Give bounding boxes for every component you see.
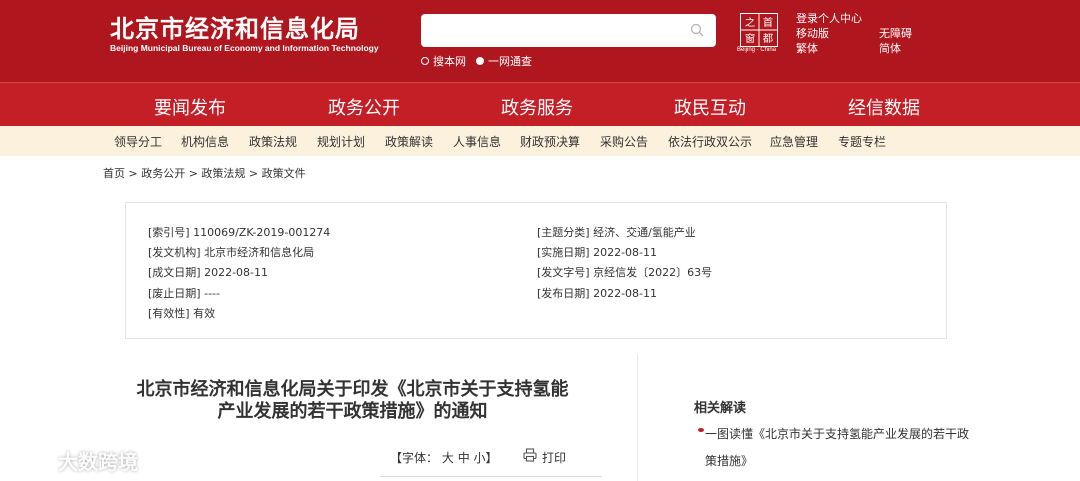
seal-caption: Beijing · China: [737, 47, 777, 53]
main-nav: 要闻发布 政务公开 政务服务 政民互动 经信数据: [0, 82, 1080, 126]
meta-index-number: [索引号] 110069/ZK-2019-001274: [148, 226, 331, 239]
radio-icon: [421, 57, 429, 65]
subnav-item[interactable]: 采购公告: [600, 133, 648, 150]
meta-repeal-date: [废止日期] ----: [148, 287, 220, 300]
nav-gov-services[interactable]: 政务服务: [501, 94, 573, 120]
header-links-left: 登录个人中心 移动版 繁体: [796, 11, 862, 56]
meta-draft-date: [成文日期] 2022-08-11: [148, 266, 269, 279]
subnav-item[interactable]: 专题专栏: [838, 133, 886, 150]
nav-news[interactable]: 要闻发布: [154, 94, 226, 120]
radio-selected-icon: [476, 57, 484, 65]
subnav-item[interactable]: 应急管理: [770, 133, 818, 150]
article-title: 北京市经济和信息化局关于印发《北京市关于支持氢能 产业发展的若干政策措施》的通知: [136, 379, 569, 422]
sub-nav: 领导分工 机构信息 政策法规 规划计划 政策解读 人事信息 财政预决算 采购公告…: [0, 126, 1080, 156]
subnav-item[interactable]: 政策法规: [249, 133, 297, 150]
site-logo-en[interactable]: Beijing Municipal Bureau of Economy and …: [110, 43, 379, 53]
watermark: 大数跨境: [8, 446, 138, 475]
printer-icon[interactable]: [523, 448, 537, 462]
meta-effective-date: [实施日期] 2022-08-11: [537, 246, 658, 259]
traditional-chinese-link[interactable]: 繁体: [796, 41, 862, 56]
meta-publish-date: [发布日期] 2022-08-11: [537, 287, 658, 300]
subnav-item[interactable]: 机构信息: [181, 133, 229, 150]
subnav-item[interactable]: 人事信息: [453, 133, 501, 150]
meta-document-number: [发文字号] 京经信发〔2022〕63号: [537, 266, 713, 279]
nav-gov-affairs[interactable]: 政务公开: [328, 94, 400, 120]
subnav-item[interactable]: 领导分工: [114, 133, 162, 150]
svg-text:之: 之: [745, 16, 755, 29]
simplified-chinese-link[interactable]: 简体: [879, 41, 912, 56]
header-links-right: 无障碍 简体: [879, 26, 912, 56]
print-button[interactable]: 打印: [542, 449, 566, 466]
subnav-item[interactable]: 依法行政双公示: [668, 133, 752, 150]
document-metadata-box: [索引号] 110069/ZK-2019-001274 [发文机构] 北京市经济…: [125, 202, 947, 339]
subnav-item[interactable]: 规划计划: [317, 133, 365, 150]
font-size-controls: 【字体： 大 中 小】: [390, 451, 498, 465]
search-scope-all[interactable]: 一网通查: [476, 53, 532, 69]
search-scope-options: 搜本网 一网通查: [421, 53, 532, 69]
meta-issuer: [发文机构] 北京市经济和信息化局: [148, 246, 315, 259]
tools-underline: [380, 476, 602, 477]
font-size-medium[interactable]: 中: [458, 451, 470, 465]
svg-text:首: 首: [763, 16, 773, 29]
breadcrumb[interactable]: 首页 > 政务公开 > 政策法规 > 政策文件: [103, 165, 306, 181]
meta-topic: [主题分类] 经济、交通/氢能产业: [537, 226, 696, 239]
font-size-small[interactable]: 小: [474, 451, 486, 465]
svg-text:窗: 窗: [745, 32, 755, 45]
watermark-logo-icon: [10, 451, 49, 471]
mobile-link[interactable]: 移动版: [796, 26, 862, 41]
search-input[interactable]: [421, 14, 716, 47]
search-scope-site[interactable]: 搜本网: [421, 53, 466, 69]
site-logo-cn[interactable]: 北京市经济和信息化局: [110, 9, 360, 44]
accessibility-link[interactable]: 无障碍: [879, 26, 912, 41]
svg-text:都: 都: [763, 33, 773, 45]
site-header: 北京市经济和信息化局 Beijing Municipal Bureau of E…: [0, 0, 1080, 82]
login-link[interactable]: 登录个人中心: [796, 11, 862, 26]
subnav-item[interactable]: 财政预决算: [520, 133, 580, 150]
subnav-item[interactable]: 政策解读: [385, 133, 433, 150]
search-icon[interactable]: [690, 23, 704, 37]
bullet-icon: [698, 428, 704, 432]
column-divider: [637, 354, 638, 481]
capital-seal-logo: 之 首 窗 都: [740, 13, 778, 47]
font-size-large[interactable]: 大: [442, 451, 454, 465]
related-section-title: 相关解读: [694, 401, 747, 416]
meta-validity: [有效性] 有效: [148, 307, 216, 320]
nav-data[interactable]: 经信数据: [848, 94, 920, 120]
nav-interaction[interactable]: 政民互动: [674, 94, 746, 120]
related-article-link[interactable]: 一图读懂《北京市关于支持氢能产业发展的若干政策措施》: [705, 421, 975, 475]
